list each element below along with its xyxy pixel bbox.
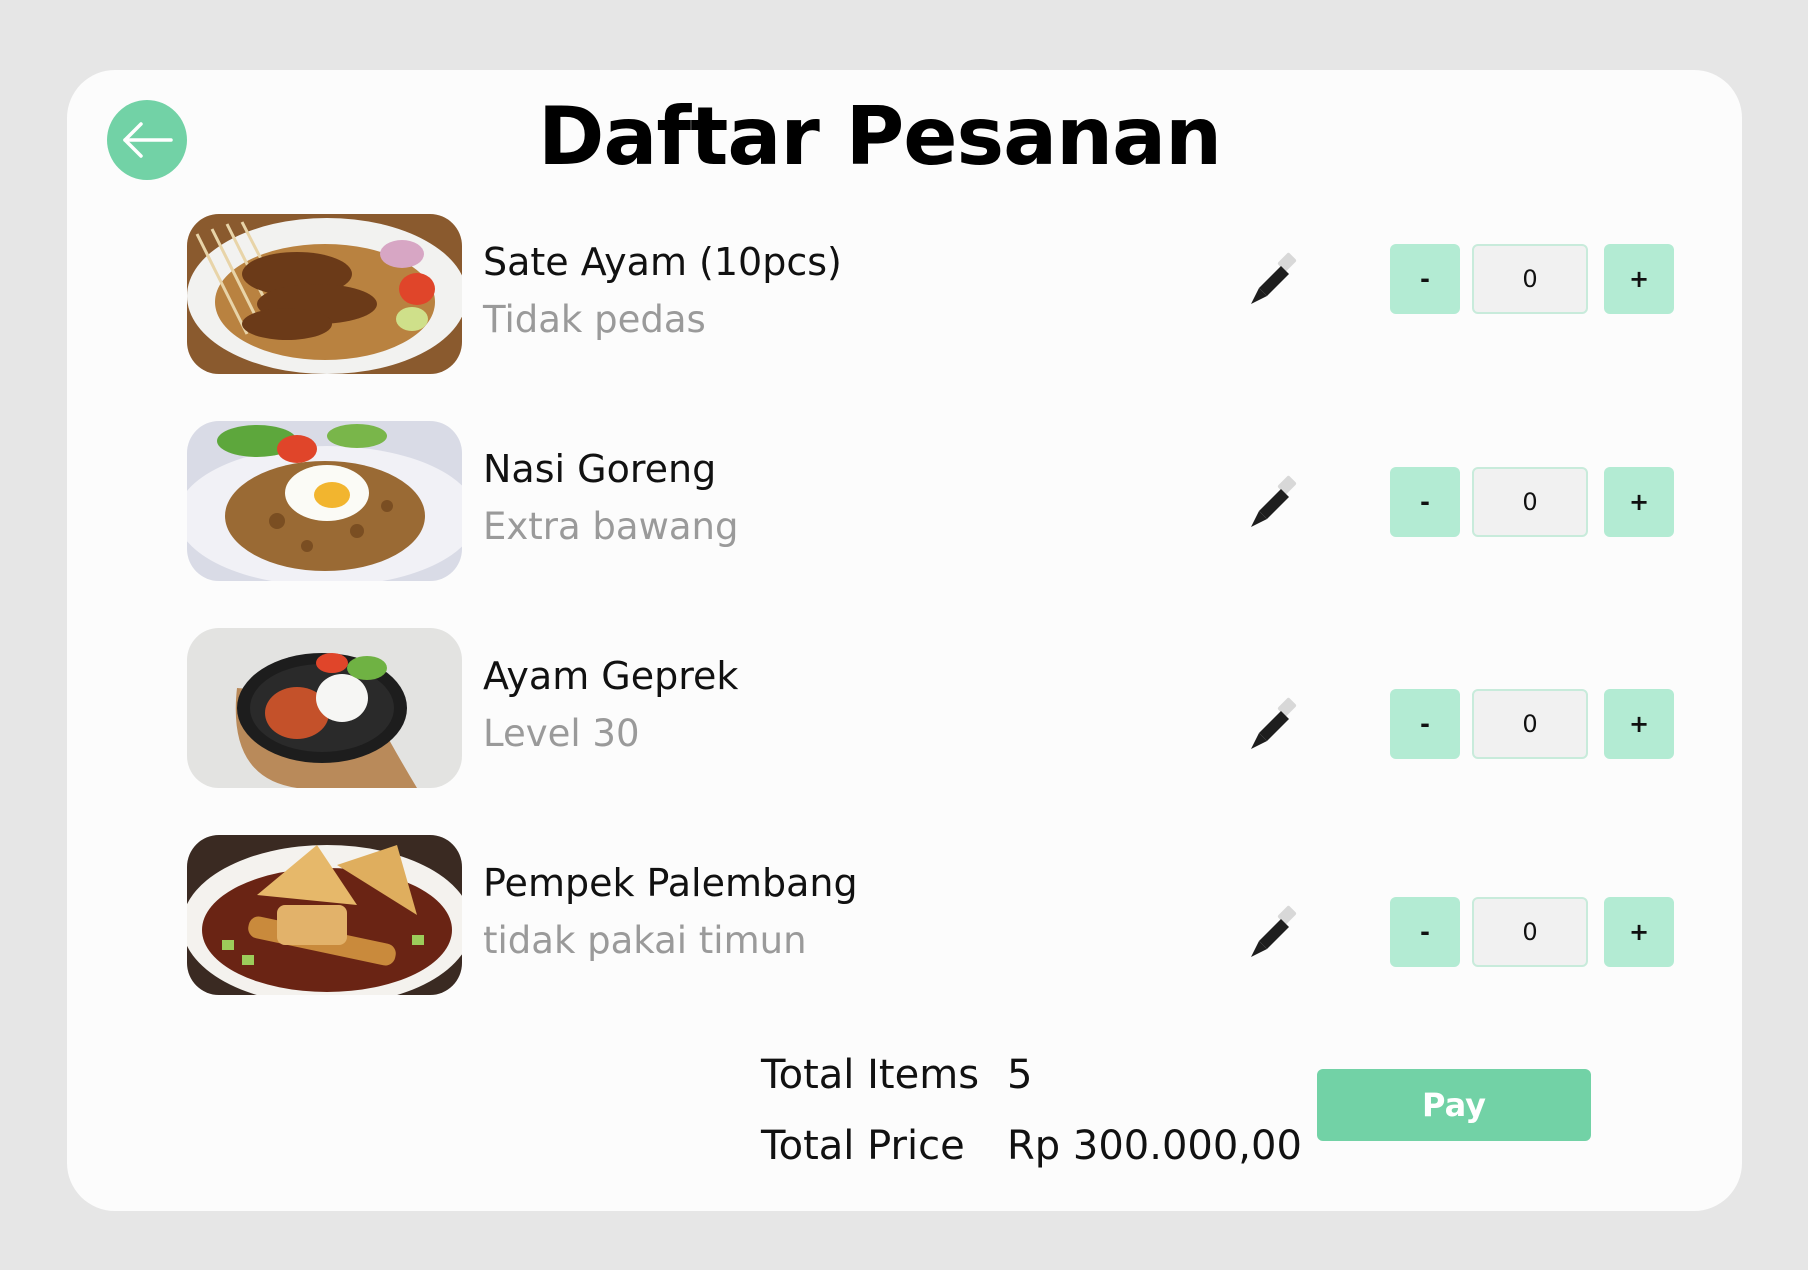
food-image-pempek-palembang: [187, 835, 462, 995]
item-name: Ayam Geprek: [483, 654, 739, 698]
quantity-field[interactable]: 0: [1472, 244, 1588, 314]
quantity-field[interactable]: 0: [1472, 467, 1588, 537]
food-image-nasi-goreng: [187, 421, 462, 581]
increase-button[interactable]: +: [1604, 897, 1674, 967]
total-price-value: Rp 300.000,00: [1007, 1123, 1302, 1169]
food-image-ayam-geprek: [187, 628, 462, 788]
increase-button[interactable]: +: [1604, 244, 1674, 314]
order-card: Daftar Pesanan Sate Ayam (10pcs) Tidak p…: [67, 70, 1742, 1211]
item-note: Tidak pedas: [483, 298, 706, 341]
total-price-label: Total Price: [761, 1123, 965, 1169]
item-name: Nasi Goreng: [483, 447, 717, 491]
increase-button[interactable]: +: [1604, 689, 1674, 759]
order-item: Nasi Goreng Extra bawang - 0 +: [187, 421, 1674, 581]
decrease-button[interactable]: -: [1390, 897, 1460, 967]
decrease-button[interactable]: -: [1390, 467, 1460, 537]
quantity-field[interactable]: 0: [1472, 689, 1588, 759]
quantity-field[interactable]: 0: [1472, 897, 1588, 967]
edit-icon[interactable]: [1245, 697, 1301, 753]
item-note: Extra bawang: [483, 505, 739, 548]
decrease-button[interactable]: -: [1390, 689, 1460, 759]
order-item: Ayam Geprek Level 30 - 0 +: [187, 628, 1674, 788]
pay-button[interactable]: Pay: [1317, 1069, 1591, 1141]
item-note: Level 30: [483, 712, 640, 755]
item-name: Sate Ayam (10pcs): [483, 240, 842, 284]
decrease-button[interactable]: -: [1390, 244, 1460, 314]
increase-button[interactable]: +: [1604, 467, 1674, 537]
total-items-label: Total Items: [761, 1052, 980, 1098]
item-name: Pempek Palembang: [483, 861, 858, 905]
item-note: tidak pakai timun: [483, 919, 807, 962]
edit-icon[interactable]: [1245, 475, 1301, 531]
edit-icon[interactable]: [1245, 905, 1301, 961]
page-title: Daftar Pesanan: [537, 90, 1222, 183]
order-item: Pempek Palembang tidak pakai timun - 0 +: [187, 835, 1674, 995]
total-items-value: 5: [1007, 1052, 1033, 1098]
order-item: Sate Ayam (10pcs) Tidak pedas - 0 +: [187, 214, 1674, 374]
food-image-sate-ayam: [187, 214, 462, 374]
edit-icon[interactable]: [1245, 252, 1301, 308]
